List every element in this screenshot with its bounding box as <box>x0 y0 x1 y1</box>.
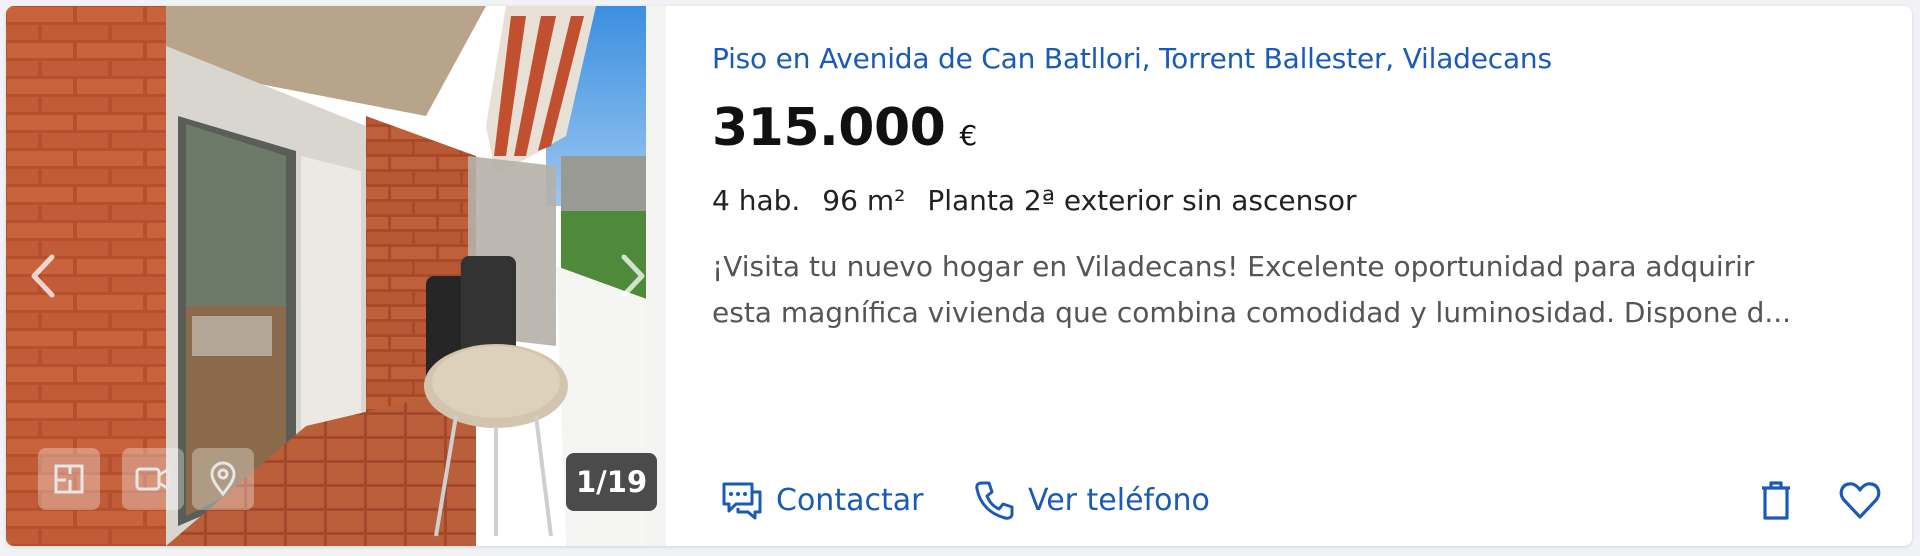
feature-floor: Planta 2ª exterior sin ascensor <box>927 184 1357 217</box>
video-icon <box>135 467 171 491</box>
price-row: 315.000 € <box>712 98 977 158</box>
listing-features: 4 hab. 96 m² Planta 2ª exterior sin asce… <box>712 184 1379 217</box>
photo-gallery[interactable]: 1/19 <box>6 6 666 546</box>
listing-info: Piso en Avenida de Can Batllori, Torrent… <box>712 6 1892 546</box>
favorite-button[interactable] <box>1836 476 1884 524</box>
photo-counter: 1/19 <box>566 453 658 511</box>
phone-icon <box>975 481 1014 520</box>
phone-label: Ver teléfono <box>1028 482 1210 518</box>
property-card[interactable]: 1/19 Piso en Avenida de Can Batllori, To… <box>6 6 1912 546</box>
discard-button[interactable] <box>1752 476 1800 524</box>
chevron-left-icon <box>31 254 55 298</box>
listing-description[interactable]: ¡Visita tu nuevo hogar en Viladecans! Ex… <box>712 244 1872 336</box>
video-button[interactable] <box>122 448 184 510</box>
phone-button[interactable]: Ver teléfono <box>972 470 1210 530</box>
description-line: ¡Visita tu nuevo hogar en Viladecans! Ex… <box>712 250 1755 283</box>
listing-actions: Contactar Ver teléfono <box>712 470 1892 530</box>
contact-button[interactable]: Contactar <box>720 470 923 530</box>
description-line: esta magnífica vivienda que combina como… <box>712 296 1792 329</box>
heart-icon <box>1839 482 1881 519</box>
feature-area: 96 m² <box>822 184 906 217</box>
price: 315.000 <box>712 98 946 158</box>
feature-rooms: 4 hab. <box>712 184 801 217</box>
map-button[interactable] <box>192 448 254 510</box>
next-photo-button[interactable] <box>612 251 652 301</box>
trash-icon <box>1762 481 1790 520</box>
chevron-right-icon <box>621 254 645 298</box>
currency: € <box>959 119 978 152</box>
previous-photo-button[interactable] <box>24 251 64 301</box>
map-pin-icon <box>210 461 236 497</box>
floor-plan-button[interactable] <box>38 448 100 510</box>
contact-label: Contactar <box>776 482 924 518</box>
listing-title-link[interactable]: Piso en Avenida de Can Batllori, Torrent… <box>712 42 1552 75</box>
floor-plan-icon <box>54 464 84 494</box>
chat-icon <box>722 482 762 520</box>
